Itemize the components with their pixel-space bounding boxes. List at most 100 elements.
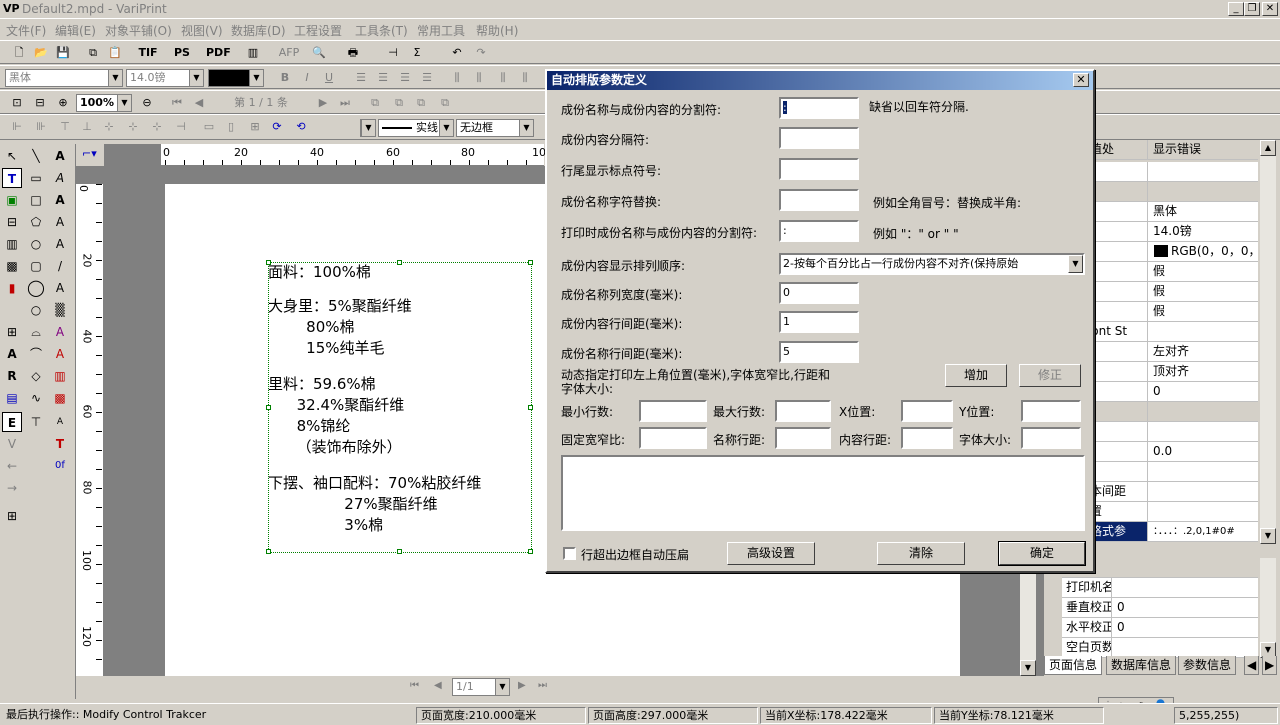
prev-page-icon[interactable]: ◀: [190, 95, 208, 111]
text-style-icon[interactable]: A: [50, 234, 70, 254]
table-tool-icon[interactable]: ⊞: [2, 322, 22, 342]
cup-tool-icon[interactable]: ⊤: [26, 412, 46, 432]
stripe-tool-icon[interactable]: ▥: [50, 366, 70, 386]
pattern-tool-icon[interactable]: ▩: [50, 388, 70, 408]
text-shadow-icon[interactable]: A: [50, 278, 70, 298]
arrow-left-icon[interactable]: ←: [2, 456, 22, 476]
align-center-icon[interactable]: ☰: [374, 70, 392, 86]
arc-tool-icon[interactable]: ⌓: [26, 322, 46, 342]
max-rows-input[interactable]: [775, 400, 831, 422]
fit-width-icon[interactable]: ⊟: [31, 95, 49, 111]
copy-icon[interactable]: ⧉: [84, 45, 102, 61]
line-gap-input[interactable]: 1: [779, 311, 859, 333]
save-icon[interactable]: 💾: [54, 45, 72, 61]
resize-handle[interactable]: [528, 549, 533, 554]
align-objects-icon-5[interactable]: ⊹: [100, 119, 118, 135]
v-tool-icon[interactable]: V: [2, 434, 22, 454]
ruler-corner[interactable]: ⌐▾: [76, 144, 104, 166]
info-row[interactable]: 打印机名: [1062, 578, 1258, 598]
align-objects-icon[interactable]: ⊩: [8, 119, 26, 135]
font-size-select[interactable]: 14.0镑 ▼: [126, 69, 204, 87]
restore-button[interactable]: ❐: [1244, 2, 1260, 16]
tab-page-info[interactable]: 页面信息: [1044, 656, 1103, 675]
align-objects-icon-7[interactable]: ⊹: [148, 119, 166, 135]
a-small-icon[interactable]: A: [50, 412, 70, 432]
menu-edit[interactable]: 编辑(E): [55, 22, 96, 39]
content-sep-input[interactable]: [779, 127, 859, 149]
name-replace-input[interactable]: [779, 189, 859, 211]
group-icon[interactable]: ▭: [200, 119, 218, 135]
chart-tool-icon[interactable]: ▮: [2, 278, 22, 298]
last-page-icon[interactable]: ⏭: [538, 680, 547, 691]
fit-page-icon[interactable]: ⊡: [8, 95, 26, 111]
overflow-checkbox[interactable]: [563, 547, 576, 560]
min-rows-input[interactable]: [639, 400, 707, 422]
qrcode-tool-icon[interactable]: ▩: [2, 256, 22, 276]
zoom-select[interactable]: 100% ▼: [76, 94, 132, 112]
resize-handle[interactable]: [528, 405, 533, 410]
barcode-icon[interactable]: ▥: [244, 45, 262, 61]
underline-button[interactable]: U: [320, 70, 338, 86]
align-right-icon[interactable]: ☰: [396, 70, 414, 86]
tab-parameter-info[interactable]: 参数信息: [1178, 656, 1237, 675]
resize-handle[interactable]: [397, 260, 402, 265]
advanced-button[interactable]: 高级设置: [727, 542, 815, 565]
align-objects-icon-6[interactable]: ⊹: [124, 119, 142, 135]
scroll-up-icon[interactable]: ▲: [1260, 140, 1276, 156]
grid-view-icon[interactable]: ⊞: [2, 506, 22, 526]
last-page-icon[interactable]: ⏭: [336, 95, 354, 111]
image-tool-icon[interactable]: ▣: [2, 190, 22, 210]
minimize-button[interactable]: _: [1228, 2, 1244, 16]
text-italic-icon[interactable]: A: [50, 212, 70, 232]
e-tool-icon[interactable]: E: [2, 412, 22, 432]
text-pattern-icon[interactable]: ▒: [50, 300, 70, 320]
paste-icon[interactable]: 📋: [106, 45, 124, 61]
scroll-down-icon[interactable]: ▼: [1020, 660, 1036, 676]
text-effect-icon[interactable]: A: [50, 322, 70, 342]
undo-icon[interactable]: ↶: [448, 45, 466, 61]
text-tool-icon[interactable]: A: [50, 146, 70, 166]
grid-icon[interactable]: ⊞: [246, 119, 264, 135]
distribute-icon-4[interactable]: ⫼: [516, 70, 534, 86]
info-row[interactable]: 垂直校正 0: [1062, 598, 1258, 618]
ok-button[interactable]: 确定: [998, 541, 1086, 566]
field-tool-icon[interactable]: ⊟: [2, 212, 22, 232]
insert-icon[interactable]: ⊣: [384, 45, 402, 61]
diamond-tool-icon[interactable]: ◇: [26, 366, 46, 386]
scroll-down-icon[interactable]: ▼: [1260, 528, 1276, 544]
r-tool-icon[interactable]: R: [2, 366, 22, 386]
align-justify-icon[interactable]: ☰: [418, 70, 436, 86]
t-red-icon[interactable]: T: [50, 434, 70, 454]
align-objects-icon-4[interactable]: ⊥: [78, 119, 96, 135]
square-tool-icon[interactable]: □: [26, 190, 46, 210]
tab-database-info[interactable]: 数据库信息: [1106, 656, 1177, 675]
line-tool-icon[interactable]: ╲: [26, 146, 46, 166]
resize-handle[interactable]: [528, 260, 533, 265]
export-ps-button[interactable]: PS: [172, 45, 192, 61]
circle-small-icon[interactable]: ○: [26, 300, 46, 320]
layer-icon[interactable]: ⧉: [366, 95, 384, 111]
name-gap-input[interactable]: 5: [779, 341, 859, 363]
y-pos-input[interactable]: [1021, 400, 1081, 422]
rect-tool-icon[interactable]: ▭: [26, 168, 46, 188]
menu-project[interactable]: 工程设置: [294, 22, 342, 39]
export-pdf-button[interactable]: PDF: [206, 45, 231, 61]
menu-view[interactable]: 视图(V): [181, 22, 223, 39]
zoom-in-icon[interactable]: ⊕: [54, 95, 72, 111]
print-icon[interactable]: 🖶: [344, 45, 362, 61]
italic-button[interactable]: I: [298, 70, 316, 86]
close-button[interactable]: ✕: [1262, 2, 1278, 16]
sep-input[interactable]: :: [779, 97, 859, 119]
info-row[interactable]: 水平校正 0: [1062, 618, 1258, 638]
content-spacing-input[interactable]: [901, 427, 953, 449]
text-bold-icon[interactable]: A: [50, 190, 70, 210]
label-tool-icon[interactable]: A: [2, 344, 22, 364]
dialog-close-button[interactable]: ✕: [1073, 73, 1089, 87]
border-select[interactable]: 无边框 ▼: [456, 119, 534, 137]
name-spacing-input[interactable]: [775, 427, 831, 449]
distribute-icon-3[interactable]: ⫼: [494, 70, 512, 86]
align-left-icon[interactable]: ☰: [352, 70, 370, 86]
text-color-icon[interactable]: A: [50, 344, 70, 364]
tab-scroll-right-icon[interactable]: ▶: [1262, 656, 1278, 675]
open-folder-icon[interactable]: 📂: [32, 45, 50, 61]
